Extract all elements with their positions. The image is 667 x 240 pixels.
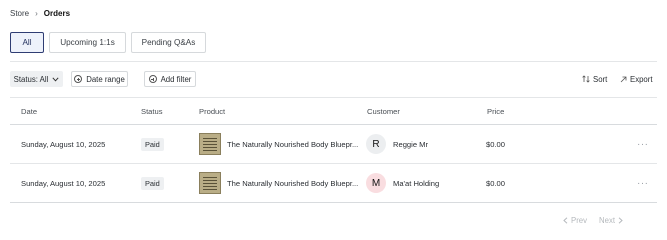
customer-cell[interactable]: M Ma'at Holding — [366, 164, 439, 202]
date-range-label: Date range — [86, 74, 125, 84]
sort-label: Sort — [593, 74, 608, 84]
chevron-right-icon — [618, 216, 623, 224]
price: $0.00 — [486, 178, 506, 188]
avatar: R — [366, 134, 386, 154]
more-options-icon[interactable]: ··· — [637, 164, 649, 202]
breadcrumb-store-link[interactable]: Store — [10, 9, 29, 18]
column-header-price[interactable]: Price — [487, 107, 504, 116]
divider — [10, 97, 657, 98]
order-tabs: All Upcoming 1:1s Pending Q&As — [10, 32, 206, 53]
tab-all[interactable]: All — [10, 32, 44, 53]
order-date: Sunday, August 10, 2025 — [21, 139, 106, 149]
next-page-button[interactable]: Next — [599, 214, 623, 226]
order-date: Sunday, August 10, 2025 — [21, 178, 106, 188]
date-range-button[interactable]: Date range — [71, 71, 128, 87]
divider — [10, 202, 657, 203]
chevron-down-icon — [52, 76, 59, 82]
customer-name: Reggie Mr — [393, 139, 429, 149]
product-cell[interactable]: The Naturally Nourished Body Bluepr... — [199, 164, 358, 202]
export-button[interactable]: Export — [620, 71, 653, 87]
next-label: Next — [599, 215, 616, 225]
prev-label: Prev — [571, 215, 588, 225]
customer-cell[interactable]: R Reggie Mr — [366, 125, 428, 163]
add-filter-button[interactable]: Add filter — [144, 71, 196, 87]
filter-toolbar: Status: All Date range Add filter Sort E… — [10, 71, 657, 87]
avatar: M — [366, 173, 386, 193]
tab-upcoming[interactable]: Upcoming 1:1s — [49, 32, 126, 53]
divider — [10, 61, 657, 62]
table-row[interactable]: Sunday, August 10, 2025 Paid The Natural… — [10, 125, 657, 163]
export-label: Export — [630, 74, 653, 84]
status-badge: Paid — [141, 137, 164, 151]
breadcrumb: Store › Orders — [10, 7, 70, 19]
chevron-right-icon: › — [35, 8, 38, 18]
prev-page-button[interactable]: Prev — [563, 214, 587, 226]
breadcrumb-current: Orders — [43, 8, 71, 18]
column-header-customer[interactable]: Customer — [367, 107, 400, 116]
customer-name: Ma'at Holding — [393, 178, 440, 188]
sort-icon — [582, 75, 590, 83]
product-cell[interactable]: The Naturally Nourished Body Bluepr... — [199, 125, 358, 163]
product-name: The Naturally Nourished Body Bluepr... — [227, 139, 359, 149]
product-thumbnail — [199, 133, 221, 155]
add-circle-icon — [148, 75, 157, 83]
product-name: The Naturally Nourished Body Bluepr... — [227, 178, 359, 188]
sort-button[interactable]: Sort — [582, 71, 607, 87]
add-circle-icon — [74, 75, 83, 83]
column-header-product[interactable]: Product — [199, 107, 225, 116]
more-options-icon[interactable]: ··· — [637, 125, 649, 163]
add-filter-label: Add filter — [160, 74, 192, 84]
status-filter-label: Status: All — [13, 74, 49, 84]
product-thumbnail — [199, 172, 221, 194]
status-filter-dropdown[interactable]: Status: All — [10, 71, 63, 87]
table-row[interactable]: Sunday, August 10, 2025 Paid The Natural… — [10, 164, 657, 202]
tab-pending-qas[interactable]: Pending Q&As — [131, 32, 206, 53]
column-header-status[interactable]: Status — [141, 107, 163, 116]
export-arrow-icon — [620, 76, 627, 82]
column-header-date[interactable]: Date — [21, 107, 37, 116]
price: $0.00 — [486, 139, 506, 149]
chevron-left-icon — [563, 216, 568, 224]
status-badge: Paid — [141, 176, 164, 190]
